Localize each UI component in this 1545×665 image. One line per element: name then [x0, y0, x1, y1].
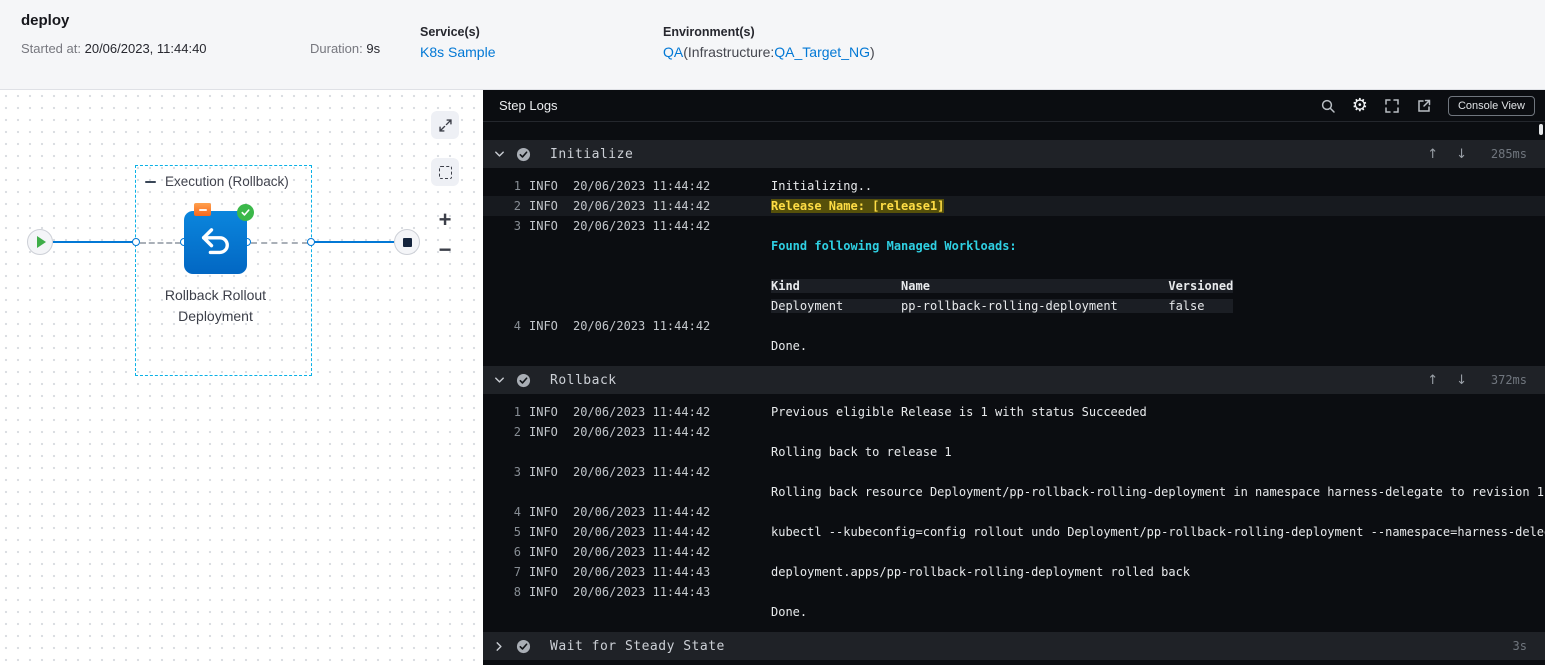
log-section-header-initialize[interactable]: Initialize ↑ ↓ 285ms — [483, 140, 1545, 168]
section-duration: 285ms — [1490, 147, 1527, 161]
log-section-header-rollback[interactable]: Rollback ↑ ↓ 372ms — [483, 366, 1545, 394]
gear-icon[interactable]: ⚙ — [1352, 96, 1368, 115]
log-sections: Initialize ↑ ↓ 285ms 1 INFO 20/06/2023 11:44:4… — [483, 140, 1545, 660]
log-section-title: Wait for Steady State — [550, 638, 725, 654]
infrastructure-suffix: ) — [869, 44, 875, 60]
execution-group-label: Execution (Rollback) — [165, 174, 289, 189]
open-in-new-icon[interactable] — [1416, 98, 1432, 114]
search-icon[interactable] — [1320, 98, 1336, 114]
log-row: Done. — [771, 605, 808, 619]
console-header: Step Logs ⚙ Console View — [483, 90, 1545, 122]
log-row: 7 INFO 20/06/2023 11:44:43 deployment.apps/… — [513, 565, 1191, 579]
log-row: 1 INFO 20/06/2023 11:44:42 Previous eligibl… — [513, 405, 1147, 419]
zoom-out-button[interactable]: − — [431, 237, 459, 262]
log-row: Rolling back resource Deployment/pp-roll… — [771, 485, 1545, 499]
environment-link[interactable]: QA — [663, 44, 683, 60]
log-scroll-area[interactable]: Initialize ↑ ↓ 285ms 1 INFO 20/06/2023 11:44:4… — [483, 122, 1545, 665]
chevron-down-icon[interactable] — [493, 149, 505, 160]
success-check-icon — [237, 204, 254, 221]
package-icon — [194, 203, 211, 216]
scroll-to-top-icon[interactable]: ↑ — [1427, 147, 1438, 162]
services-label: Service(s) — [420, 25, 480, 39]
expand-icon — [438, 118, 452, 132]
fullscreen-icon[interactable] — [1384, 98, 1400, 114]
section-duration: 3s — [1512, 639, 1527, 653]
scroll-to-top-icon[interactable]: ↑ — [1427, 373, 1438, 388]
connector-dot — [132, 238, 140, 246]
log-row: 6 INFO 20/06/2023 11:44:42 — [513, 545, 711, 559]
check-circle-icon — [516, 639, 531, 654]
log-row: 1 INFO 20/06/2023 11:44:42 Initializing.. — [513, 179, 873, 193]
step-node-label: Rollback Rollout Deployment — [164, 287, 267, 324]
infrastructure-link[interactable]: QA_Target_NG — [774, 44, 870, 60]
log-row: Found following Managed Workloads: — [771, 239, 1017, 253]
log-section-header-wait-for-steady-state[interactable]: Wait for Steady State 3s — [483, 632, 1545, 660]
log-section-title: Initialize — [550, 146, 634, 162]
service-link[interactable]: K8s Sample — [420, 44, 495, 60]
log-row: 4 INFO 20/06/2023 11:44:42 — [513, 319, 711, 333]
check-circle-icon — [516, 147, 531, 162]
edge-start-to-group — [53, 241, 136, 243]
started-at: Started at: 20/06/2023, 11:44:40 — [21, 41, 207, 56]
pipeline-start-node[interactable] — [27, 229, 53, 255]
play-icon — [37, 236, 46, 248]
duration: Duration: 9s — [310, 41, 381, 56]
log-row: 2 INFO 20/06/2023 11:44:42 — [513, 425, 711, 439]
log-row: Kind Name Versioned — [771, 279, 1234, 293]
stop-icon — [402, 237, 412, 247]
services-block: Service(s) K8s Sample — [420, 25, 495, 60]
step-logs-console: Step Logs ⚙ Console View Initialize ↑ ↓ … — [483, 90, 1545, 665]
chevron-right-icon[interactable] — [493, 641, 505, 652]
scroll-to-bottom-icon[interactable]: ↓ — [1456, 147, 1467, 162]
zoom-to-fit-button[interactable] — [431, 111, 459, 139]
section-duration: 372ms — [1490, 373, 1527, 387]
rollback-arrow-icon — [198, 222, 234, 263]
log-section-initialize: Initialize ↑ ↓ 285ms 1 INFO 20/06/2023 11:44:4… — [483, 140, 1545, 366]
scrollbar-thumb[interactable] — [1539, 124, 1543, 135]
zoom-in-button[interactable]: + — [431, 207, 459, 232]
log-row: 3 INFO 20/06/2023 11:44:42 — [513, 219, 711, 233]
collapse-group-button[interactable] — [143, 175, 157, 189]
environments-label: Environment(s) — [663, 25, 755, 39]
connector-dot — [307, 238, 315, 246]
infrastructure-prefix: (Infrastructure: — [683, 44, 775, 60]
pipeline-execution-page: deploy Started at: 20/06/2023, 11:44:40 … — [0, 0, 1545, 665]
console-title: Step Logs — [499, 98, 558, 113]
edge-node-to-group — [251, 242, 308, 244]
log-row: Deployment pp-rollback-rolling-deploymen… — [771, 299, 1234, 313]
environments-block: Environment(s) QA(Infrastructure:QA_Targ… — [663, 25, 875, 60]
log-row: Done. — [771, 339, 808, 353]
log-row: Rolling back to release 1 — [771, 445, 952, 459]
pipeline-diagram-canvas[interactable]: Execution (Rollback) Rollback Rollout De… — [0, 90, 483, 665]
edge-group-to-node — [140, 242, 181, 244]
log-row — [483, 256, 1545, 276]
log-section-rollback: Rollback ↑ ↓ 372ms 1 INFO 20/06/2023 11:44:42 P… — [483, 366, 1545, 632]
execution-group-label-row: Execution (Rollback) — [143, 174, 289, 189]
execution-header: deploy Started at: 20/06/2023, 11:44:40 … — [0, 0, 1545, 90]
log-row: 2 INFO 20/06/2023 11:44:42 Release Name: [r… — [483, 196, 1545, 216]
selection-mode-button[interactable] — [431, 158, 459, 186]
pipeline-end-node[interactable] — [394, 229, 420, 255]
chevron-down-icon[interactable] — [493, 375, 505, 386]
log-body-initialize: 1 INFO 20/06/2023 11:44:42 Initializing.. 2 I… — [483, 168, 1545, 366]
log-row: 5 INFO 20/06/2023 11:44:42 kubectl --kubeco… — [513, 525, 1545, 539]
console-view-button[interactable]: Console View — [1447, 95, 1535, 116]
log-row: 4 INFO 20/06/2023 11:44:42 — [513, 505, 711, 519]
selection-box-icon — [438, 165, 452, 179]
console-tools: ⚙ Console View — [1320, 95, 1535, 116]
edge-group-to-end — [311, 241, 394, 243]
log-body-rollback: 1 INFO 20/06/2023 11:44:42 Previous eligibl… — [483, 394, 1545, 632]
check-circle-icon — [516, 373, 531, 388]
log-section-wait-for-steady-state: Wait for Steady State 3s — [483, 632, 1545, 660]
log-row: 3 INFO 20/06/2023 11:44:42 — [513, 465, 711, 479]
log-section-title: Rollback — [550, 372, 617, 388]
scroll-to-bottom-icon[interactable]: ↓ — [1456, 373, 1467, 388]
log-row: 8 INFO 20/06/2023 11:44:43 — [513, 585, 711, 599]
pipeline-name: deploy — [21, 12, 70, 29]
rollback-step-node[interactable] — [184, 203, 254, 274]
